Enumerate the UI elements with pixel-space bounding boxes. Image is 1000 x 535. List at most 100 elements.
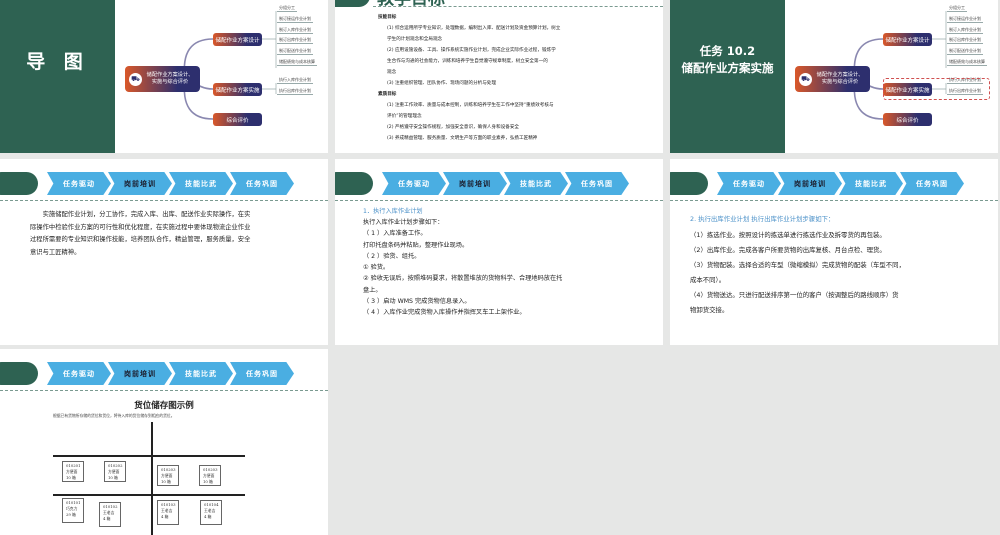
mindmap-leaf: 制订入库作业计划 [947, 26, 983, 34]
storage-location-box: 010101 巧克力 29 箱 [62, 498, 84, 523]
nav-chevron-2[interactable]: 岗前培训 [443, 172, 507, 195]
mindmap: ⛟ 储配作业方案设计、实施与综合评价 储配作业方案设计 储配作业方案实施 综合评价 分组分… [670, 0, 998, 153]
mindmap-branch-node: 储配作业方案设计 [213, 33, 262, 46]
text-line: （1）拣选作业。按照设计的拣选单进行拣选作业及拆零货的再包装。 [690, 231, 886, 239]
nav-chevron-4[interactable]: 任务巩固 [900, 172, 964, 195]
text-line: ① 验货。 [363, 264, 390, 272]
text-line: （3）货物配装。选择合适的车型（微缩模拟）完成货物的配装（车型不同， [690, 261, 905, 269]
mindmap-leaf: 制订出库作业计划 [277, 37, 313, 45]
objective-line: 观念 [387, 70, 397, 75]
title-pill [335, 0, 370, 7]
nav-chevron-4[interactable]: 任务巩固 [565, 172, 629, 195]
slide-thumbnail-1[interactable]: 导 图 ⛟ 储配作业方案设计、实施与综合评价 储配作业方案设计 储配作业方案实施 综合评… [0, 0, 328, 153]
dashed-divider [373, 6, 663, 7]
storage-location-box: 010103 王老吉 4 箱 [157, 500, 179, 525]
shelf-line [53, 494, 245, 496]
box-line: 10 箱 [66, 475, 76, 480]
dashed-divider [0, 390, 328, 391]
truck-icon: ⛟ [129, 72, 142, 86]
dashed-divider [670, 200, 998, 201]
objective-line: 生合作与沟通的社会能力，训练和培养学生自觉遵守规章制度，树立安全第一的 [387, 59, 548, 64]
mindmap-leaf: 制订出库作业计划 [947, 37, 983, 45]
box-line: 4 箱 [204, 514, 212, 519]
nav-chevron-3[interactable]: 技能比武 [839, 172, 903, 195]
header-pill [0, 362, 38, 385]
header-pill [335, 172, 373, 195]
text-line: 盘上。 [363, 286, 382, 294]
mindmap-leaf: 制订接运作业计划 [947, 15, 983, 23]
objective-line: (2) 应用设施设备、工具、操作系统实施作业计划，完成企业实际作业过程，锻炼学 [387, 48, 556, 53]
nav-chevron-2[interactable]: 岗前培训 [108, 172, 172, 195]
text-line: 打印托盘条码并粘贴，整理作业现场。 [363, 241, 469, 249]
objective-line: (1) 注重工作效率、质量与成本控制，训练和培养学生在工作中坚持“重绩效考核与 [387, 103, 554, 108]
box-line: 10 箱 [161, 479, 171, 484]
box-line: 4 箱 [161, 514, 169, 519]
nav-chevron-2[interactable]: 岗前培训 [778, 172, 842, 195]
nav-chevron-1[interactable]: 任务驱动 [47, 362, 111, 385]
objective-line: (3) 养成精益管理、服务质量、文明生产等方面的职业素养，弘扬工匠精神 [387, 136, 538, 141]
slide-thumbnail-6[interactable]: 任务驱动 岗前培训 技能比武 任务巩固 2. 执行出库作业计划 执行出库作业计划步骤如… [670, 159, 998, 345]
objectives-text: 技能目标 (1) 综合运用所学专业知识，处理数据，编制出入库、配送计划及资金预算计… [378, 12, 560, 144]
mindmap-branch-node: 储配作业方案设计 [883, 33, 932, 46]
truck-icon: ⛟ [799, 72, 812, 86]
text-line: 过程所需要的专业知识和操作技能，培养团队合作，精益管理，服务质量，安全 [30, 236, 251, 243]
slide7-title: 货位储存图示例 [134, 401, 194, 411]
storage-location-box: 010102 王老吉 4 箱 [99, 502, 121, 527]
nav-chevron-1[interactable]: 任务驱动 [382, 172, 446, 195]
nav-chevron-3[interactable]: 技能比武 [169, 362, 233, 385]
dashed-divider [0, 200, 328, 201]
objective-line: (2) 严格遵守安全操作规程，加强安全意识，确保人身和设备安全 [387, 125, 520, 130]
text-line: 成本不同）。 [690, 276, 726, 284]
mindmap-leaf: 储配绩效与成本核算 [277, 59, 317, 66]
shelf-line [53, 455, 245, 457]
mindmap: ⛟ 储配作业方案设计、实施与综合评价 储配作业方案设计 储配作业方案实施 综合评价 分组分… [0, 0, 328, 153]
mindmap-branch-node: 储配作业方案实施 [213, 83, 262, 96]
inbound-steps: 执行入库作业计划步骤如下： （ 1 ）入库准备工作。打印托盘条码并粘贴，整理作业现… [363, 217, 562, 319]
objective-line: 评价”的管理理念 [387, 114, 422, 119]
slide-thumbnail-3[interactable]: 任务 10.2 储配作业方案实施 ⛟ 储配作业方案设计、实施与综合评价 储配作业方案… [670, 0, 998, 153]
nav-chevron-3[interactable]: 技能比武 [169, 172, 233, 195]
header-pill [670, 172, 708, 195]
section-heading: 1．执行入库作业计划 [363, 208, 423, 215]
nav-chevron-1[interactable]: 任务驱动 [717, 172, 781, 195]
text-line: ② 验收无误后，按照堆码要求，将散置堆放的货物科学、合理地码放在托 [363, 275, 563, 283]
mindmap-leaf: 执行出库作业计划 [277, 87, 313, 95]
slide-thumbnail-4[interactable]: 任务驱动 岗前培训 技能比武 任务巩固 实施储配作业计划，分工协作，完成入库、出库、配… [0, 159, 328, 345]
box-line: 4 箱 [103, 516, 111, 521]
storage-location-box: 010203 方便面 10 箱 [157, 465, 179, 486]
text-line: （4）货物送达。只进行配送排序第一位的客户（按调整后的路线顺序）货 [690, 291, 899, 299]
nav-chevron-1[interactable]: 任务驱动 [47, 172, 111, 195]
text-line: （2）出库作业。完成各客户所要货物的出库复核、月台点检、理货。 [690, 246, 886, 254]
slide-thumbnail-2[interactable]: 教学目标 技能目标 (1) 综合运用所学专业知识，处理数据，编制出入库、配送计划及… [335, 0, 663, 153]
text-line: 意识与工匠精神。 [30, 248, 81, 256]
text-line: 实施储配作业计划，分工协作，完成入库、出库、配送作业实际操作，在实 [30, 211, 251, 218]
header-pill [0, 172, 38, 195]
storage-location-box: 010201 方便面 10 箱 [62, 461, 84, 482]
mindmap-leaf: 制订接运作业计划 [277, 15, 313, 23]
text-line: 执行入库作业计划步骤如下： [363, 219, 444, 226]
nav-chevron-4[interactable]: 任务巩固 [230, 172, 294, 195]
outbound-steps: （1）拣选作业。按照设计的拣选单进行拣选作业及拆零货的再包装。 （2）出库作业。完… [690, 228, 905, 318]
highlight-box [883, 78, 990, 100]
mindmap-leaf: 制订入库作业计划 [277, 26, 313, 34]
mindmap-center-node: ⛟ 储配作业方案设计、实施与综合评价 [125, 66, 200, 92]
slide-thumbnail-5[interactable]: 任务驱动 岗前培训 技能比武 任务巩固 1．执行入库作业计划 执行入库作业计划步骤如下… [335, 159, 663, 345]
intro-text: 实施储配作业计划，分工协作，完成入库、出库、配送作业实际操作，在实 际操作中检验作… [30, 209, 302, 259]
mindmap-leaf: 制订配送作业计划 [277, 48, 313, 56]
storage-location-box: 010202 方便面 10 箱 [104, 461, 126, 482]
mindmap-branch-node: 综合评价 [883, 113, 932, 126]
nav-chevron-4[interactable]: 任务巩固 [230, 362, 294, 385]
text-line: （ 1 ）入库准备工作。 [363, 230, 427, 238]
storage-location-box: 010203 方便面 10 箱 [199, 465, 221, 486]
nav-chevron-3[interactable]: 技能比武 [504, 172, 568, 195]
slide2-title: 教学目标 [377, 0, 445, 9]
text-line: （ 2 ）验货、组托。 [363, 252, 421, 260]
objective-line: (3) 注重组织管理、团队协作、现场问题的分析与处理 [387, 81, 497, 86]
mindmap-leaf: 制订配送作业计划 [947, 48, 983, 56]
slide-thumbnail-7[interactable]: 任务驱动 岗前培训 技能比武 任务巩固 货位储存图示例 根据已有货物所存储的货位和货位… [0, 349, 328, 535]
objective-line: 素质目标 [378, 92, 397, 97]
nav-chevron-2[interactable]: 岗前培训 [108, 362, 172, 385]
storage-location-box: 010104 王老吉 4 箱 [200, 500, 222, 525]
mindmap-center-node: ⛟ 储配作业方案设计、实施与综合评价 [795, 66, 870, 92]
vertical-divider [151, 422, 153, 535]
